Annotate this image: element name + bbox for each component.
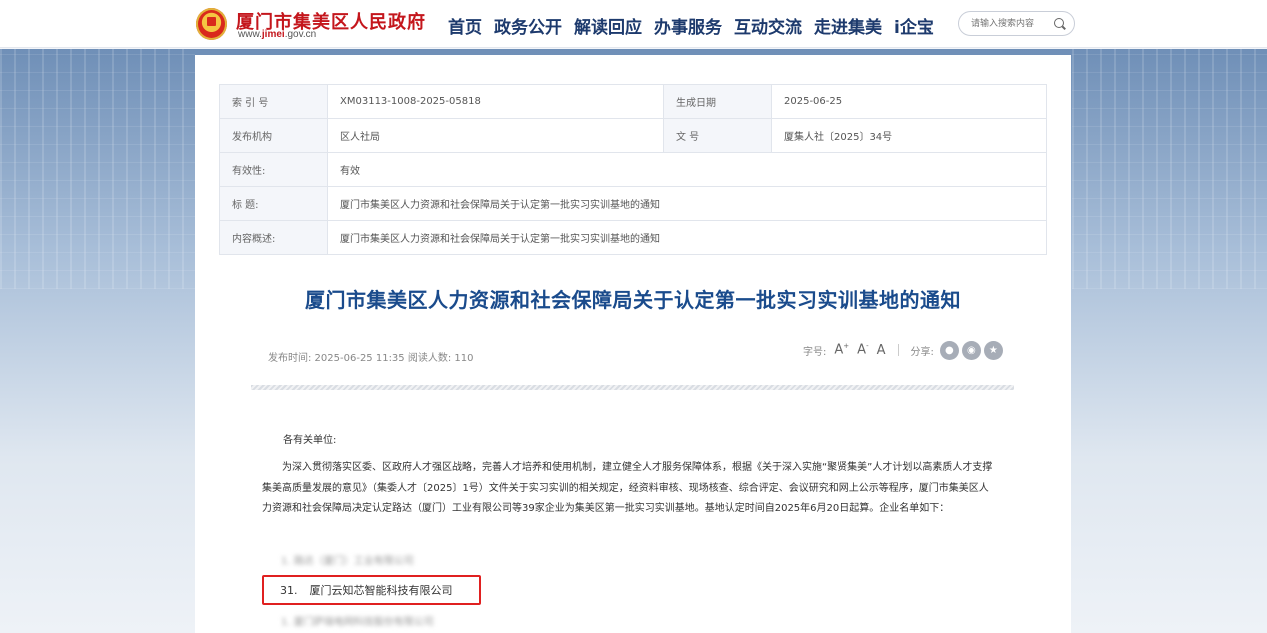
article-tools: 字号: A+ A- A 分享: ● ◉ ★ <box>803 339 1003 361</box>
site-header: 厦门市集美区人民政府 www.jimei.gov.cn 首页 政务公开 解读回应… <box>0 0 1267 48</box>
nav-about-jimei[interactable]: 走进集美 <box>814 13 882 38</box>
weibo-share-icon[interactable]: ◉ <box>961 340 981 360</box>
nav-gov-affairs[interactable]: 政务公开 <box>494 13 562 38</box>
meta-value: 区人社局 <box>327 118 664 153</box>
table-row: 标 题: 厦门市集美区人力资源和社会保障局关于认定第一批实习实训基地的通知 <box>219 186 1047 221</box>
search-box <box>958 11 1075 36</box>
meta-label: 发布机构 <box>219 118 328 153</box>
national-emblem-icon <box>196 8 227 40</box>
list-item-number: 31. <box>280 584 298 597</box>
meta-value: 2025-06-25 <box>771 84 1047 119</box>
search-icon[interactable] <box>1054 18 1064 28</box>
meta-label: 标 题: <box>219 186 328 221</box>
meta-value: 厦门市集美区人力资源和社会保障局关于认定第一批实习实训基地的通知 <box>327 186 1047 221</box>
nav-interaction[interactable]: 互动交流 <box>734 13 802 38</box>
meta-value: 厦门市集美区人力资源和社会保障局关于认定第一批实习实训基地的通知 <box>327 220 1047 255</box>
nav-enterprise[interactable]: i企宝 <box>894 13 934 38</box>
meta-value: XM03113-1008-2025-05818 <box>327 84 664 119</box>
article-card: 索 引 号 XM03113-1008-2025-05818 生成日期 2025-… <box>195 55 1071 633</box>
list-item-blurred: 1. 路达（厦门）工业有限公司 <box>281 556 414 567</box>
table-row: 发布机构 区人社局 文 号 厦集人社〔2025〕34号 <box>219 118 1047 153</box>
font-small-button[interactable]: A- <box>857 342 868 357</box>
decorative-pattern-left <box>0 49 195 289</box>
decorative-pattern-right <box>1072 49 1267 289</box>
font-size-label: 字号: <box>803 346 827 358</box>
nav-services[interactable]: 办事服务 <box>654 13 722 38</box>
table-row: 内容概述: 厦门市集美区人力资源和社会保障局关于认定第一批实习实训基地的通知 <box>219 220 1047 255</box>
font-reset-button[interactable]: A <box>877 343 886 358</box>
company-name: 厦门云知芯智能科技有限公司 <box>309 584 453 597</box>
tools-divider <box>897 344 899 356</box>
meta-label: 文 号 <box>663 118 772 153</box>
nav-interpretation[interactable]: 解读回应 <box>574 13 642 38</box>
title-divider <box>251 385 1014 390</box>
document-meta-table: 索 引 号 XM03113-1008-2025-05818 生成日期 2025-… <box>219 84 1047 255</box>
meta-label: 内容概述: <box>219 220 328 255</box>
meta-label: 索 引 号 <box>219 84 328 119</box>
table-row: 索 引 号 XM03113-1008-2025-05818 生成日期 2025-… <box>219 84 1047 119</box>
share-label: 分享: <box>910 346 934 358</box>
publish-info: 发布时间: 2025-06-25 11:35 阅读人数: 110 <box>268 353 474 364</box>
font-large-button[interactable]: A+ <box>834 342 849 357</box>
list-item-highlighted: 31. 厦门云知芯智能科技有限公司 <box>280 582 453 598</box>
nav-home[interactable]: 首页 <box>448 13 482 38</box>
meta-label: 有效性: <box>219 152 328 187</box>
wechat-share-icon[interactable]: ● <box>939 340 959 360</box>
article-greeting: 各有关单位: <box>283 435 337 446</box>
meta-label: 生成日期 <box>663 84 772 119</box>
article-paragraph: 为深入贯彻落实区委、区政府人才强区战略，完善人才培养和使用机制，建立健全人才服务… <box>262 462 993 514</box>
main-nav: 首页 政务公开 解读回应 办事服务 互动交流 走进集美 i企宝 <box>448 13 946 38</box>
list-item-blurred: 1. 厦门萨瑞电网科技股份有限公司 <box>281 617 434 628</box>
search-input[interactable] <box>971 16 1051 31</box>
favorite-star-icon[interactable]: ★ <box>983 340 1003 360</box>
article-title: 厦门市集美区人力资源和社会保障局关于认定第一批实习实训基地的通知 <box>305 288 961 312</box>
meta-value: 厦集人社〔2025〕34号 <box>771 118 1047 153</box>
meta-value: 有效 <box>327 152 1047 187</box>
site-url: www.jimei.gov.cn <box>238 29 317 40</box>
table-row: 有效性: 有效 <box>219 152 1047 187</box>
